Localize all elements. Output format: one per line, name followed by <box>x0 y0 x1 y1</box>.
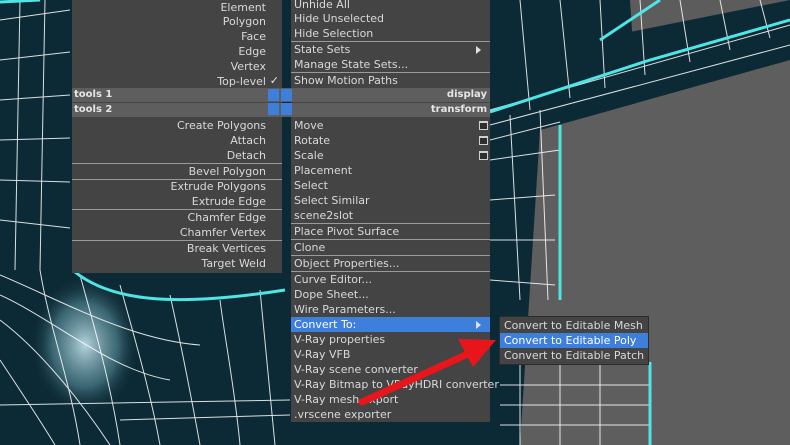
annotation-arrow-icon <box>358 339 496 406</box>
